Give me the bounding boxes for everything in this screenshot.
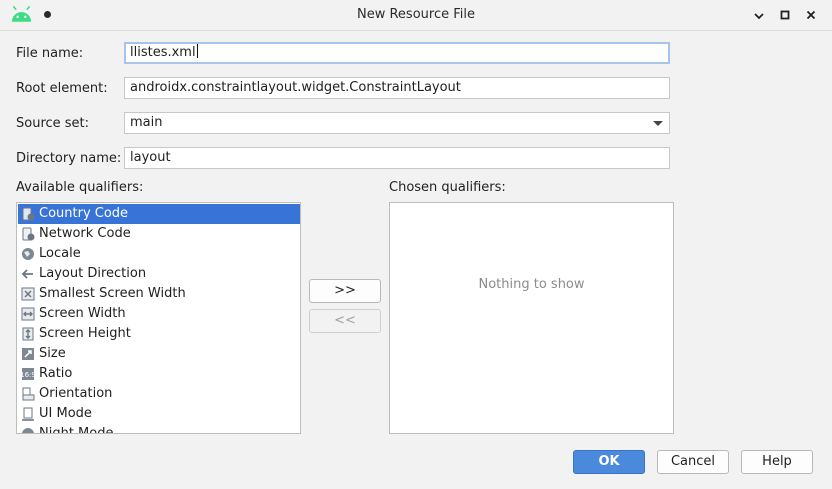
qualifier-smallest-screen-width[interactable]: Smallest Screen Width [18, 284, 300, 304]
qualifier-ratio[interactable]: 16:9 Ratio [18, 364, 300, 384]
file-name-value: llistes.xml [130, 45, 196, 60]
cancel-button[interactable]: Cancel [657, 450, 729, 474]
qualifier-label: Night Mode [39, 426, 114, 434]
qualifier-country-code[interactable]: Country Code [18, 204, 300, 224]
qualifier-screen-height[interactable]: Screen Height [18, 324, 300, 344]
ok-button[interactable]: OK [573, 450, 645, 474]
ui-mode-icon [22, 407, 34, 421]
close-icon[interactable] [804, 8, 818, 22]
directory-name-label: Directory name: [16, 151, 122, 166]
add-qualifier-button[interactable]: >> [309, 279, 381, 303]
file-name-label: File name: [16, 46, 84, 61]
qualifier-label: Screen Width [39, 306, 126, 321]
file-name-input[interactable]: llistes.xml [124, 42, 670, 64]
globe-icon [22, 248, 34, 260]
available-qualifiers-list[interactable]: Country Code Network Code Locale Layout … [16, 202, 301, 434]
root-element-value: androidx.constraintlayout.widget.Constra… [130, 80, 461, 95]
qualifier-orientation[interactable]: Orientation [18, 384, 300, 404]
network-code-icon [22, 227, 35, 241]
qualifier-night-mode[interactable]: Night Mode [18, 424, 300, 434]
qualifier-label: Network Code [39, 226, 131, 241]
ratio-icon: 16:9 [21, 368, 35, 380]
qualifier-label: Layout Direction [39, 266, 147, 281]
available-qualifiers-label: Available qualifiers: [16, 180, 144, 195]
country-code-icon [22, 207, 35, 221]
size-icon [22, 348, 34, 360]
svg-text:16:9: 16:9 [21, 371, 35, 379]
chosen-qualifiers-label: Chosen qualifiers: [389, 180, 506, 195]
qualifier-label: Orientation [39, 386, 113, 401]
root-element-label: Root element: [16, 81, 108, 96]
qualifier-label: Size [39, 346, 66, 361]
help-button[interactable]: Help [741, 450, 813, 474]
qualifier-screen-width[interactable]: Screen Width [18, 304, 300, 324]
qualifier-layout-direction[interactable]: Layout Direction [18, 264, 300, 284]
source-set-label: Source set: [16, 116, 90, 131]
qualifier-locale[interactable]: Locale [18, 244, 300, 264]
qualifier-label: Country Code [39, 206, 129, 221]
qualifier-label: Smallest Screen Width [39, 286, 186, 301]
height-arrows-icon [22, 327, 34, 341]
qualifier-label: Ratio [39, 366, 73, 381]
arrow-left-icon [21, 269, 33, 279]
qualifier-size[interactable]: Size [18, 344, 300, 364]
qualifier-network-code[interactable]: Network Code [18, 224, 300, 244]
chosen-qualifiers-list[interactable]: Nothing to show [389, 202, 674, 434]
root-element-input[interactable]: androidx.constraintlayout.widget.Constra… [124, 77, 670, 99]
resize-arrows-icon [21, 287, 35, 301]
qualifier-ui-mode[interactable]: UI Mode [18, 404, 300, 424]
maximize-icon[interactable] [778, 8, 792, 22]
source-set-value: main [130, 115, 163, 130]
width-arrows-icon [21, 307, 35, 321]
night-mode-icon [22, 428, 34, 433]
directory-name-value: layout [130, 150, 171, 165]
empty-state-text: Nothing to show [478, 277, 585, 292]
qualifier-label: UI Mode [39, 406, 92, 421]
directory-name-input[interactable]: layout [124, 147, 670, 169]
window-title: New Resource File [357, 7, 475, 22]
remove-qualifier-button[interactable]: << [309, 309, 381, 333]
minimize-icon[interactable] [752, 8, 766, 22]
qualifier-label: Screen Height [39, 326, 131, 341]
source-set-dropdown[interactable]: main [124, 112, 670, 134]
qualifier-label: Locale [39, 246, 81, 261]
orientation-icon [22, 387, 35, 401]
chevron-down-icon [653, 121, 663, 126]
title-bar: New Resource File [0, 0, 832, 31]
text-caret [196, 44, 198, 58]
